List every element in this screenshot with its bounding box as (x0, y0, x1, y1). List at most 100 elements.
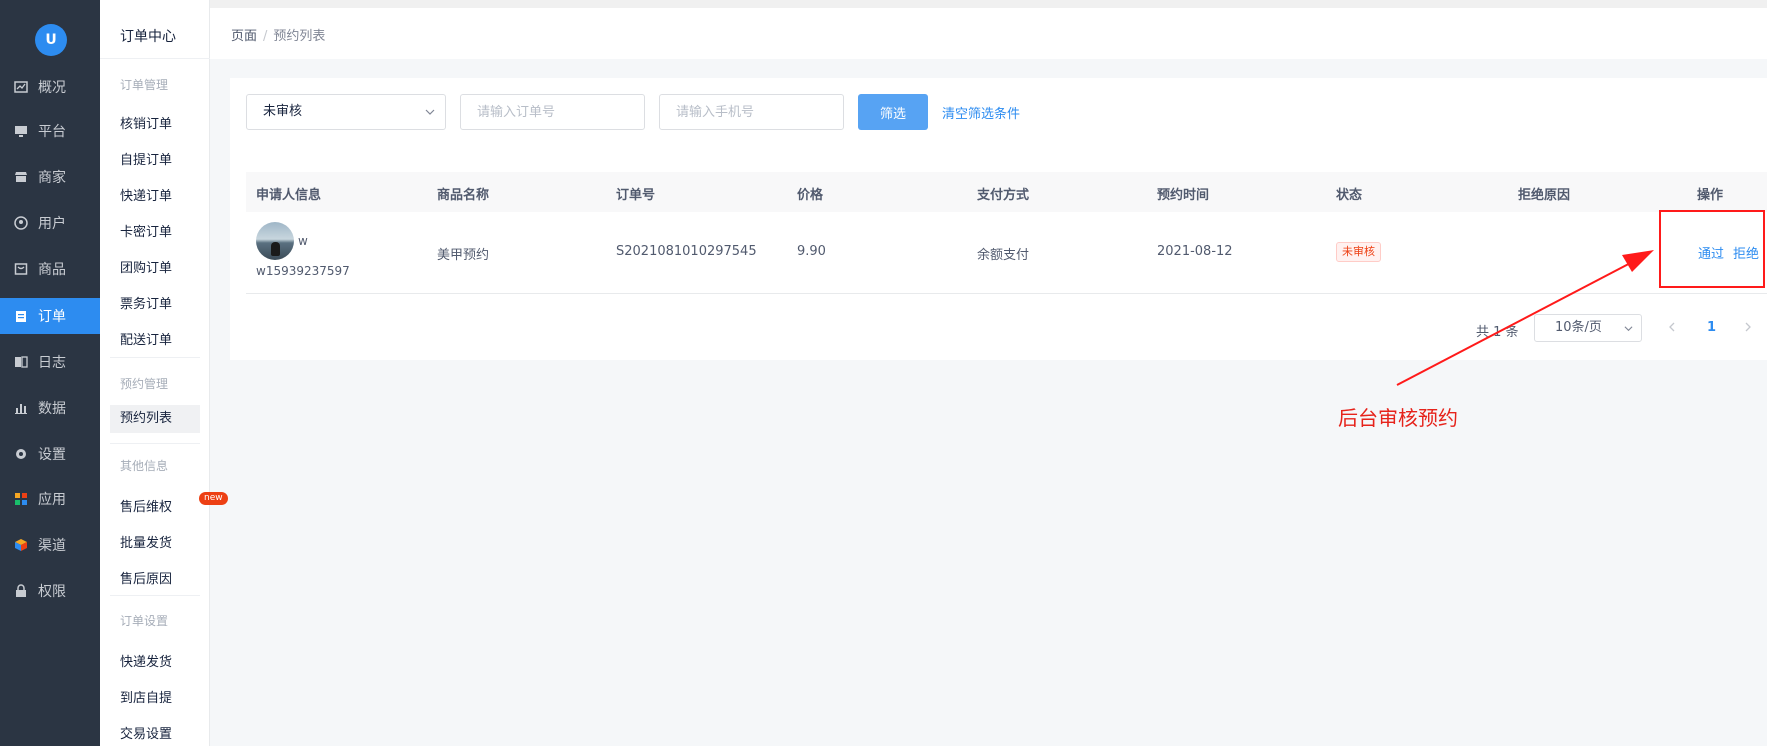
divider (100, 58, 210, 59)
main-nav-item-goods[interactable]: 商品 (0, 251, 100, 287)
pagination-total: 共 1 条 (1476, 325, 1519, 340)
sub-item-label: 售后维权 (120, 500, 173, 515)
main-nav-label: 数据 (38, 401, 66, 417)
main-nav-item-settings[interactable]: 设置 (0, 436, 100, 472)
avatar (256, 222, 294, 260)
main-nav-label: 订单 (38, 309, 66, 325)
chevron-down-icon (425, 109, 435, 115)
order-number-input[interactable] (460, 94, 645, 130)
main-nav-label: 商品 (38, 262, 66, 278)
divider (110, 595, 200, 596)
main-nav-label: 平台 (38, 124, 66, 140)
main-nav-item-channel[interactable]: 渠道 (0, 527, 100, 563)
price: 9.90 (797, 244, 826, 259)
log-icon (14, 355, 28, 369)
divider (110, 357, 200, 358)
sub-item-batch-ship[interactable]: 批量发货 (120, 532, 172, 551)
top-header (210, 0, 1767, 59)
breadcrumb-root[interactable]: 页面 (231, 29, 257, 44)
column-header: 申请人信息 (256, 188, 322, 203)
sub-item-ticket-order[interactable]: 票务订单 (120, 293, 172, 312)
main-nav-label: 渠道 (38, 538, 66, 554)
main-nav-label: 日志 (38, 355, 66, 371)
app-logo[interactable]: U (35, 24, 67, 56)
column-header: 订单号 (616, 188, 656, 203)
clear-filters-link[interactable]: 清空筛选条件 (942, 103, 1020, 122)
status-select[interactable]: 未审核 (246, 94, 446, 130)
applicant-name: w (298, 234, 308, 248)
sub-item-trade-settings[interactable]: 交易设置 (120, 723, 172, 742)
breadcrumb-current: 预约列表 (273, 29, 326, 44)
main-nav-item-order[interactable]: 订单 (0, 298, 100, 334)
chart-icon (14, 401, 28, 415)
payment-method: 余额支付 (977, 248, 1030, 263)
chevron-down-icon (1624, 326, 1633, 332)
column-header: 商品名称 (437, 188, 490, 203)
sub-item-after-sale-reason[interactable]: 售后原因 (120, 568, 172, 587)
page-size-select[interactable]: 10条/页 (1534, 314, 1642, 342)
phone-input[interactable] (659, 94, 844, 130)
sub-item-store-pickup[interactable]: 到店自提 (120, 687, 172, 706)
main-nav-item-platform[interactable]: 平台 (0, 113, 100, 149)
sub-item-express-order[interactable]: 快递订单 (120, 185, 172, 204)
column-header: 操作 (1697, 188, 1724, 203)
prev-page-icon[interactable] (1665, 320, 1679, 334)
status-select-value: 未审核 (263, 104, 303, 119)
applicant-phone: w15939237597 (256, 264, 350, 278)
annotation-label: 后台审核预约 (1338, 406, 1458, 430)
gear-icon (14, 447, 28, 461)
sub-sidebar-title: 订单中心 (120, 29, 176, 45)
sub-item-reservation-list[interactable]: 预约列表 (110, 405, 200, 433)
sub-item-after-sale[interactable]: 售后维权 new (120, 492, 228, 515)
order-icon (14, 309, 28, 323)
sub-item-card-order[interactable]: 卡密订单 (120, 221, 172, 240)
sub-item-pickup-order[interactable]: 自提订单 (120, 149, 172, 168)
sub-group-label: 订单管理 (120, 78, 169, 92)
filter-button[interactable]: 筛选 (858, 94, 928, 130)
column-header: 状态 (1336, 188, 1363, 203)
overview-icon (14, 80, 28, 94)
page-size-value: 10条/页 (1555, 320, 1602, 335)
reservation-date: 2021-08-12 (1157, 244, 1233, 259)
page-number[interactable]: 1 (1707, 320, 1716, 335)
column-header: 预约时间 (1157, 188, 1210, 203)
sub-item-express-ship[interactable]: 快递发货 (120, 651, 172, 670)
logo-text: U (45, 32, 57, 48)
sub-item-verify-order[interactable]: 核销订单 (120, 113, 172, 132)
main-nav-label: 商家 (38, 170, 66, 186)
main-nav-item-data[interactable]: 数据 (0, 390, 100, 426)
annotation-highlight-box (1659, 210, 1765, 288)
main-nav-item-permission[interactable]: 权限 (0, 573, 100, 609)
goods-icon (14, 262, 28, 276)
product-name: 美甲预约 (437, 248, 490, 263)
sub-item-delivery-order[interactable]: 配送订单 (120, 329, 172, 348)
store-icon (14, 170, 28, 184)
main-nav-item-apps[interactable]: 应用 (0, 481, 100, 517)
order-number: S2021081010297545 (616, 244, 757, 259)
main-nav-label: 应用 (38, 492, 66, 508)
main-nav-item-merchant[interactable]: 商家 (0, 159, 100, 195)
main-nav-item-overview[interactable]: 概况 (0, 69, 100, 105)
channel-icon (14, 538, 28, 552)
main-nav-label: 用户 (38, 216, 66, 232)
new-badge: new (199, 492, 228, 505)
apps-icon (14, 492, 28, 506)
sub-group-label: 其他信息 (120, 459, 169, 473)
main-nav-item-user[interactable]: 用户 (0, 205, 100, 241)
sub-group-label: 预约管理 (120, 377, 169, 391)
column-header: 拒绝原因 (1518, 188, 1571, 203)
breadcrumb: 页面 / 预约列表 (231, 25, 325, 44)
next-page-icon[interactable] (1741, 320, 1755, 334)
main-nav-item-log[interactable]: 日志 (0, 344, 100, 380)
column-header: 支付方式 (977, 188, 1030, 203)
status-badge: 未审核 (1336, 242, 1381, 262)
lock-icon (14, 584, 28, 598)
sub-group-label: 订单设置 (120, 614, 169, 628)
sub-item-group-order[interactable]: 团购订单 (120, 257, 172, 276)
sub-sidebar: 订单中心 订单管理 核销订单 自提订单 快递订单 卡密订单 团购订单 票务订单 … (100, 0, 228, 746)
divider (110, 443, 200, 444)
main-nav-label: 设置 (38, 447, 66, 463)
column-header: 价格 (797, 188, 824, 203)
divider (246, 293, 1767, 294)
main-nav-label: 概况 (38, 80, 66, 96)
